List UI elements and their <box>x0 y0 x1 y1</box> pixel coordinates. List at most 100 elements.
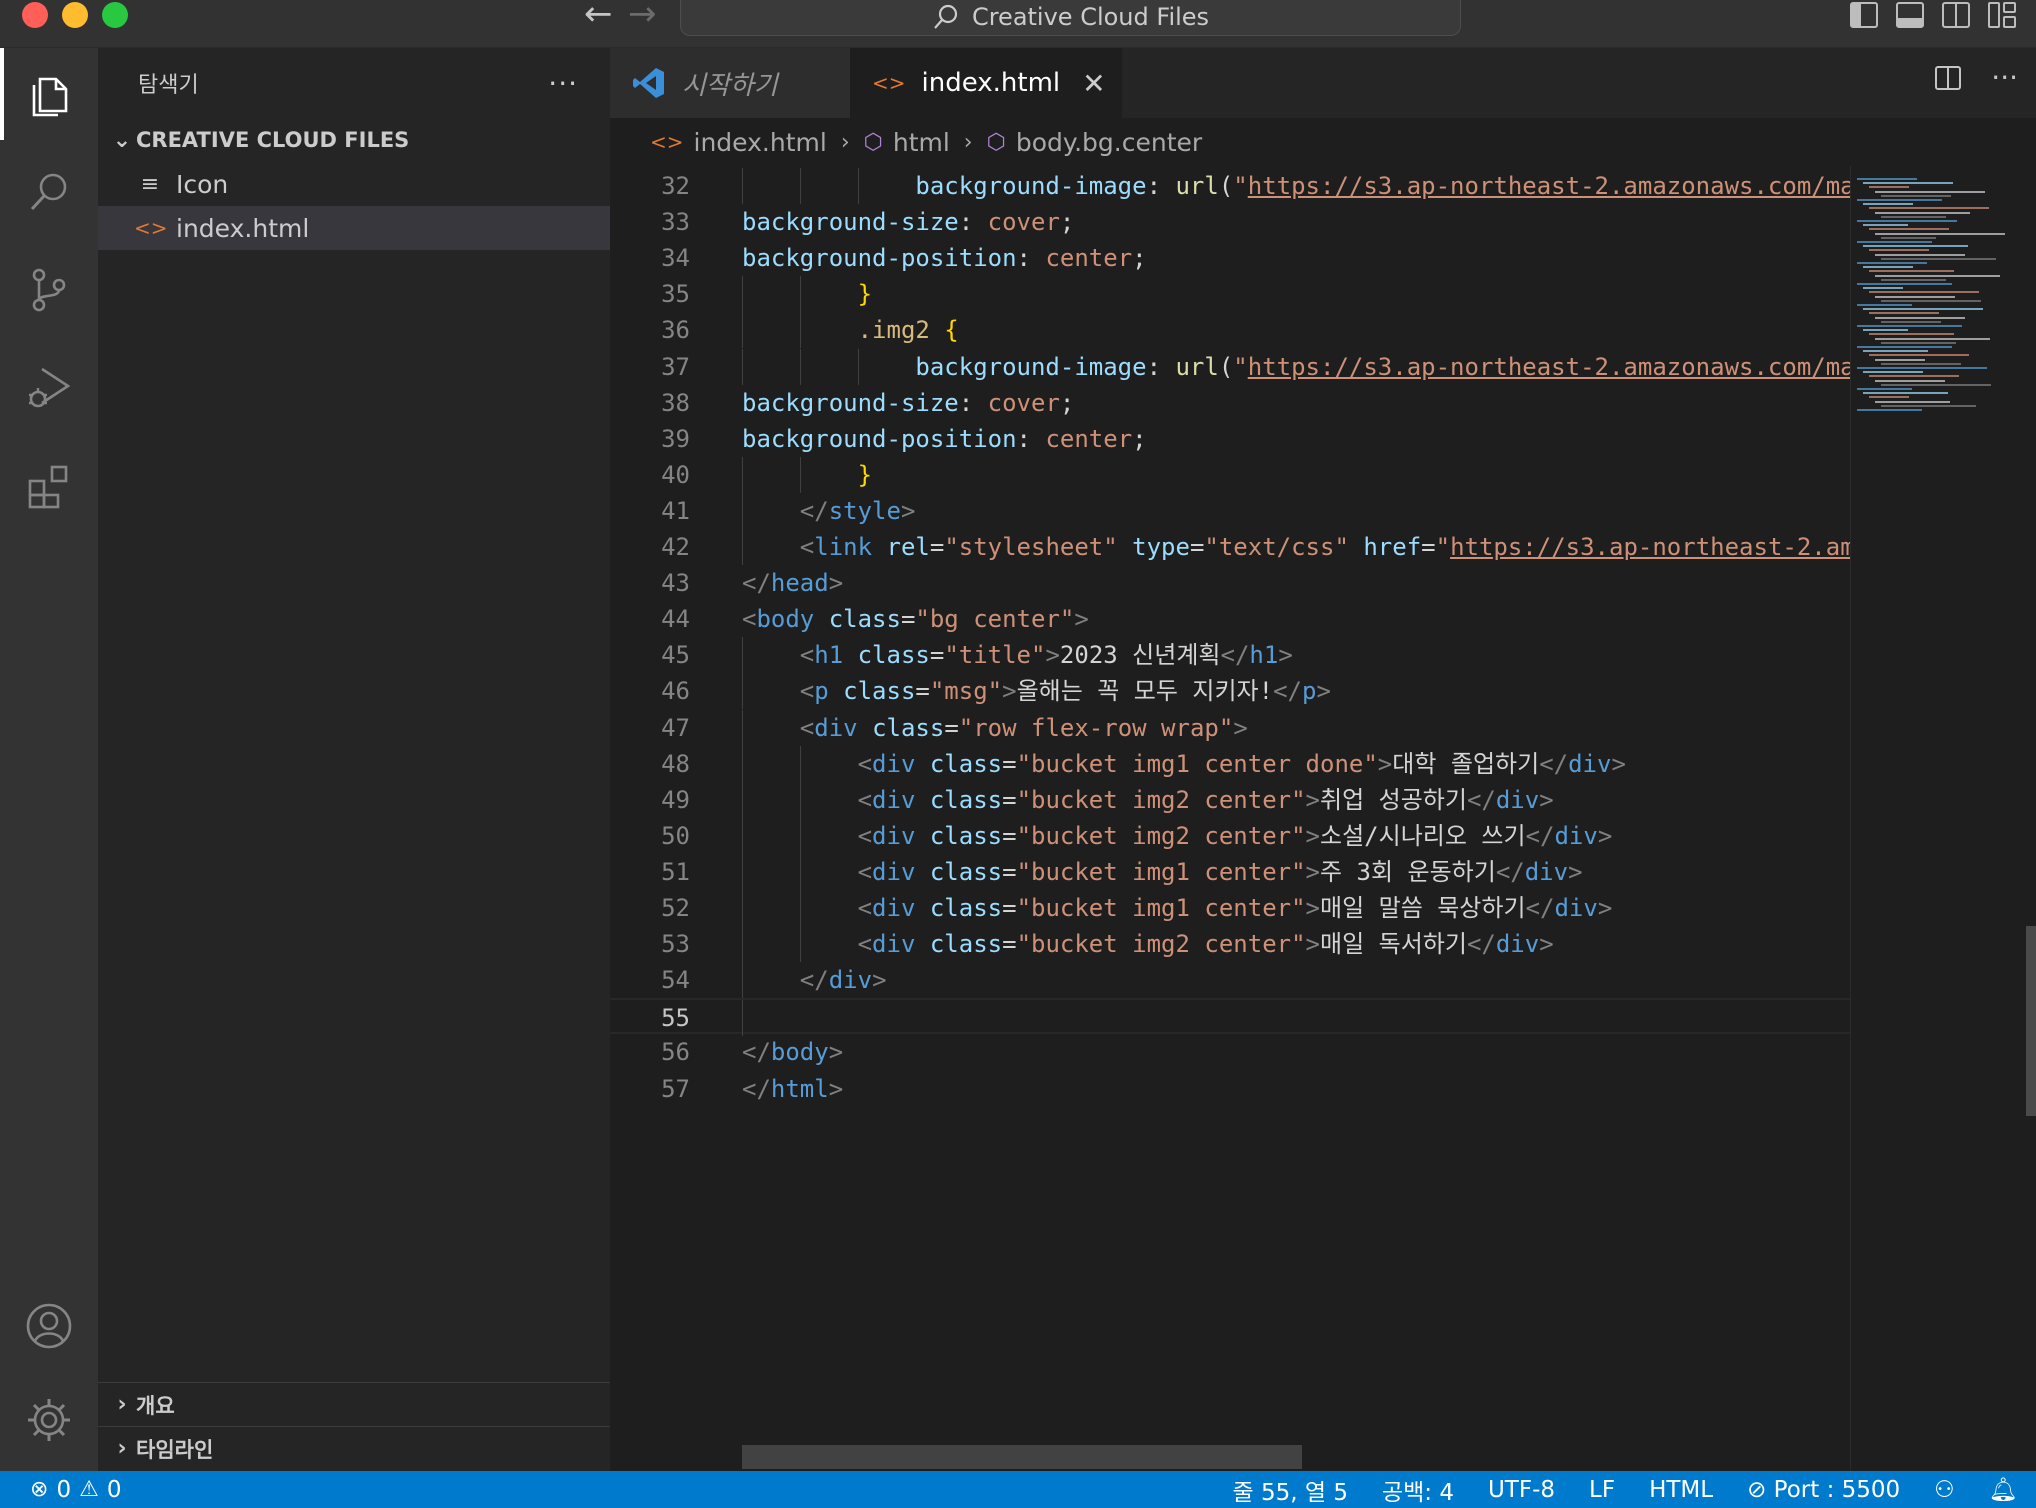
timeline-section[interactable]: › 타임라인 <box>98 1426 610 1470</box>
code-token: background-image <box>915 352 1147 381</box>
code-line[interactable]: 51 <div class="bucket img1 center">주 3회 운… <box>610 853 1850 890</box>
code-token: ; <box>1132 244 1147 273</box>
source-control-activity[interactable] <box>0 244 98 336</box>
code-line[interactable]: 57 </html> <box>610 1071 1850 1107</box>
code-text: </style> <box>800 493 916 529</box>
code-token: class <box>929 894 1003 922</box>
code-token: "bucket img1 center" <box>1016 857 1306 886</box>
toggle-secondary-sidebar-icon[interactable] <box>1942 2 1970 28</box>
breadcrumb-item-body[interactable]: body.bg.center <box>1016 128 1202 157</box>
back-arrow-icon[interactable]: ← <box>584 0 613 32</box>
problems-indicator[interactable]: ⊗ 0 ⚠ 0 <box>30 1471 121 1508</box>
indent-guide <box>742 1000 743 1037</box>
code-line[interactable]: 36 .img2 { <box>610 312 1850 349</box>
indent-guide <box>742 348 743 385</box>
code-line[interactable]: 35} <box>610 276 1850 313</box>
search-icon <box>30 173 67 211</box>
file-item-icon[interactable]: ≡ Icon <box>98 162 610 206</box>
minimap-line <box>1881 320 1941 323</box>
language-mode[interactable]: HTML <box>1649 1477 1713 1503</box>
run-debug-activity[interactable] <box>0 342 98 434</box>
folder-header[interactable]: ⌄ CREATIVE CLOUD FILES <box>98 118 610 162</box>
toggle-primary-sidebar-icon[interactable] <box>1850 2 1878 28</box>
close-icon[interactable]: ✕ <box>1082 67 1105 100</box>
forward-arrow-icon[interactable]: → <box>628 0 657 32</box>
explorer-activity[interactable] <box>0 48 98 140</box>
breadcrumb-item-file[interactable]: index.html <box>694 128 827 157</box>
html-icon: <> <box>650 130 684 154</box>
extensions-activity[interactable] <box>0 440 98 532</box>
live-server-port[interactable]: ⊘ Port : 5500 <box>1747 1477 1900 1503</box>
code-line[interactable]: 34 background-position: center; <box>610 240 1850 276</box>
line-number: 57 <box>661 1074 690 1103</box>
code-line[interactable]: 54 </div> <box>610 962 1850 999</box>
code-line[interactable]: 48 <div class="bucket img1 center done">대… <box>610 745 1850 782</box>
encoding[interactable]: UTF-8 <box>1488 1477 1555 1503</box>
code-line[interactable]: 43 </head> <box>610 565 1850 601</box>
code-token: > <box>900 496 916 525</box>
code-token: class <box>929 930 1003 959</box>
code-token: url <box>1175 352 1219 381</box>
code-editor[interactable]: 32 background-image: url("https://s3.ap-n… <box>610 166 1850 1471</box>
indent-guide <box>742 456 743 493</box>
code-line[interactable]: 44 <body class="bg center"> <box>610 601 1850 637</box>
search-activity[interactable] <box>0 146 98 238</box>
indentation[interactable]: 공백: 4 <box>1382 1473 1454 1507</box>
minimap-line <box>1857 283 1952 285</box>
minimap-line <box>1875 379 1945 382</box>
code-token: class <box>929 857 1003 886</box>
code-line[interactable]: 45 <h1 class="title">2023 신년계획</h1> <box>610 637 1850 674</box>
breadcrumb-item-html[interactable]: html <box>893 128 950 157</box>
code-line[interactable]: 47 <div class="row flex-row wrap"> <box>610 709 1850 746</box>
code-line[interactable]: 56 </body> <box>610 1034 1850 1070</box>
explorer-more-button[interactable]: ··· <box>548 67 578 100</box>
code-line[interactable]: 52 <div class="bucket img1 center">매일 말씀 … <box>610 890 1850 926</box>
more-actions-icon[interactable]: ··· <box>1991 64 2018 92</box>
command-center-search[interactable]: Creative Cloud Files <box>680 0 1461 36</box>
minimize-window-button[interactable] <box>62 2 88 28</box>
code-line[interactable]: 53 <div class="bucket img2 center">매일 독서하… <box>610 926 1850 963</box>
file-item-index-html[interactable]: <> index.html <box>98 206 610 250</box>
code-line[interactable]: 41 </style> <box>610 492 1850 529</box>
html-icon: <> <box>872 71 906 95</box>
editor-actions: ··· <box>1935 64 2018 92</box>
accounts-activity[interactable] <box>0 1280 98 1372</box>
code-line[interactable]: 37 background-image: url("https://s3.ap-n… <box>610 348 1850 385</box>
line-number: 55 <box>661 1004 690 1033</box>
tab-index-html[interactable]: <> index.html ✕ <box>850 48 1122 118</box>
end-of-line[interactable]: LF <box>1589 1477 1615 1503</box>
code-token: center <box>1045 244 1133 273</box>
maximize-window-button[interactable] <box>102 2 128 28</box>
feedback-icon[interactable]: ⚇ <box>1934 1477 1955 1503</box>
indent-guide <box>799 926 801 963</box>
code-line[interactable]: 38 background-size: cover; <box>610 385 1850 421</box>
code-line[interactable]: 39 background-position: center; <box>610 421 1850 457</box>
toggle-panel-icon[interactable] <box>1896 2 1924 28</box>
code-line[interactable]: 55 <box>610 998 1850 1037</box>
code-token: </ <box>742 1038 771 1067</box>
manage-activity[interactable] <box>0 1374 98 1466</box>
activity-bar <box>0 48 98 1471</box>
close-window-button[interactable] <box>22 2 48 28</box>
tab-welcome[interactable]: 시작하기 <box>610 48 850 118</box>
minimap[interactable] <box>1850 166 2036 1471</box>
customize-layout-icon[interactable] <box>1988 2 2016 28</box>
code-line[interactable]: 42 <link rel="stylesheet" type="text/css"… <box>610 529 1850 565</box>
outline-section[interactable]: › 개요 <box>98 1382 610 1426</box>
horizontal-scrollbar[interactable] <box>742 1445 1302 1469</box>
code-token: https://s3.ap-northeast-2.amazonaws.com/… <box>1247 172 1850 200</box>
code-line[interactable]: 40} <box>610 456 1850 493</box>
code-line[interactable]: 46 <p class="msg">올해는 꼭 모두 지키자!</p> <box>610 673 1850 710</box>
code-text: <div class="row flex-row wrap"> <box>800 710 1248 746</box>
split-editor-icon[interactable] <box>1935 66 1962 90</box>
code-line[interactable]: 32 background-image: url("https://s3.ap-n… <box>610 168 1850 204</box>
code-line[interactable]: 49 <div class="bucket img2 center">취업 성공하… <box>610 781 1850 818</box>
vertical-scrollbar[interactable] <box>2026 926 2036 1116</box>
code-line[interactable]: 50 <div class="bucket img2 center">소설/시나리… <box>610 817 1850 854</box>
code-line[interactable]: 33 background-size: cover; <box>610 204 1850 240</box>
code-token: class <box>929 821 1003 850</box>
code-text: </body> <box>742 1034 843 1070</box>
cursor-position[interactable]: 줄 55, 열 5 <box>1232 1473 1347 1507</box>
lines-icon: ≡ <box>140 171 160 197</box>
notifications-bell-icon[interactable]: 🔔︎ <box>1989 1476 2018 1503</box>
